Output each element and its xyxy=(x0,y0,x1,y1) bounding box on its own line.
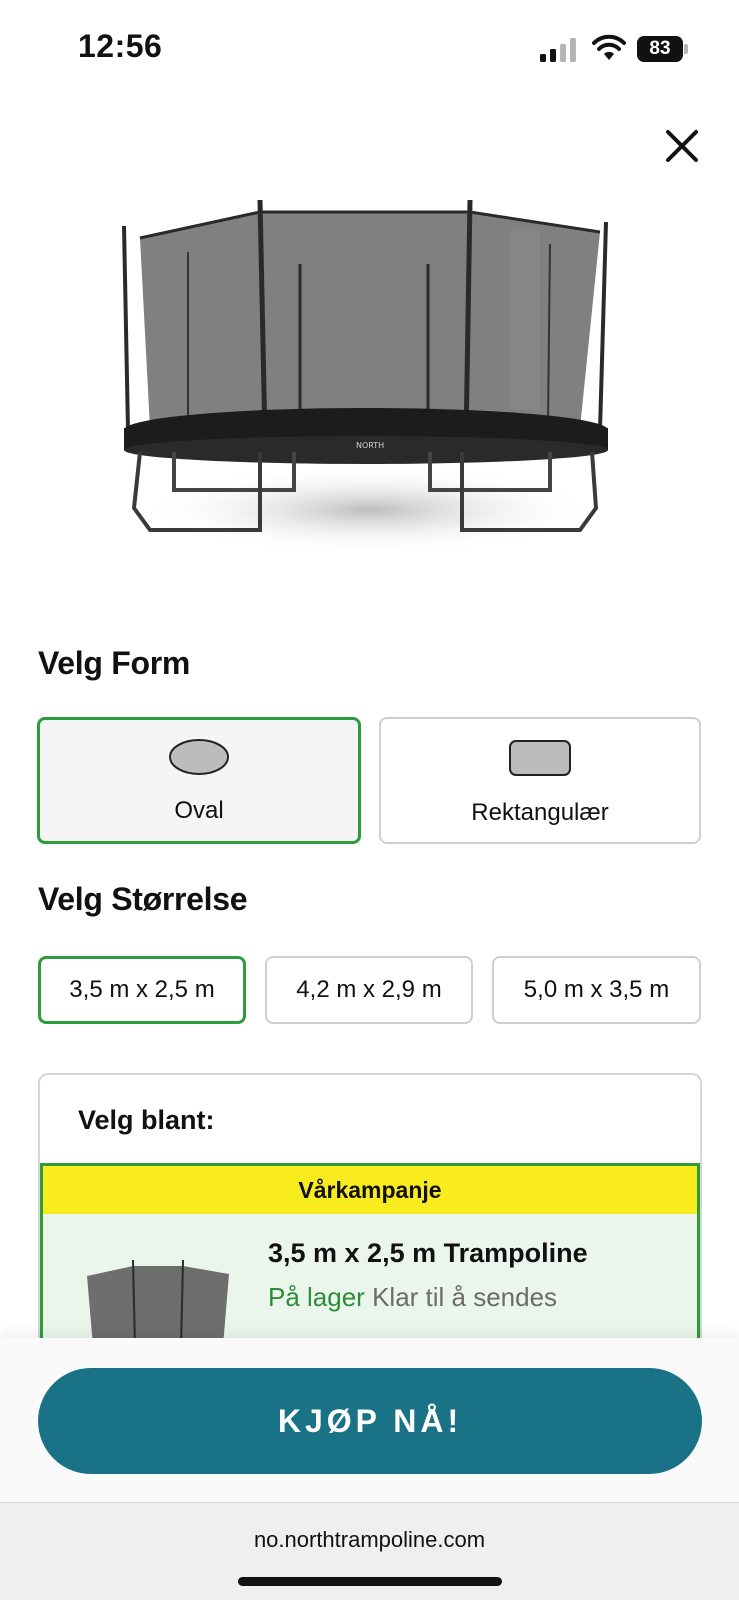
status-time: 12:56 xyxy=(78,28,163,64)
shape-label-rectangular: Rektangulær xyxy=(471,799,609,826)
shape-section-title: Velg Form xyxy=(38,645,191,681)
status-bar: 12:56 83 xyxy=(0,0,739,100)
size-section-title: Velg Størrelse xyxy=(38,881,248,917)
offer-banner: Vårkampanje xyxy=(43,1166,697,1214)
rectangle-shape-icon xyxy=(509,740,571,776)
trampoline-image: NORTH xyxy=(122,199,608,554)
signal-icon xyxy=(540,38,576,62)
choose-title: Velg blant: xyxy=(78,1105,215,1135)
size-option-1[interactable]: 3,5 m x 2,5 m xyxy=(38,956,246,1024)
svg-text:NORTH: NORTH xyxy=(356,441,384,450)
size-option-2[interactable]: 4,2 m x 2,9 m xyxy=(265,956,473,1024)
shape-option-rectangular[interactable]: Rektangulær xyxy=(379,717,701,844)
close-icon[interactable] xyxy=(660,124,704,168)
buy-now-button[interactable]: KJØP NÅ! xyxy=(38,1368,702,1474)
battery-icon: 83 xyxy=(637,36,689,62)
url-text[interactable]: no.northtrampoline.com xyxy=(0,1527,739,1553)
oval-shape-icon xyxy=(169,739,229,775)
stock-status: På lager xyxy=(268,1282,365,1312)
shape-option-oval[interactable]: Oval xyxy=(37,717,361,844)
offer-stock: På lager Klar til å sendes xyxy=(268,1282,557,1313)
wifi-icon xyxy=(592,34,626,60)
battery-level: 83 xyxy=(637,36,683,62)
home-indicator xyxy=(238,1577,502,1586)
shape-label-oval: Oval xyxy=(174,797,224,824)
stock-note: Klar til å sendes xyxy=(372,1282,558,1312)
browser-url-bar[interactable]: no.northtrampoline.com xyxy=(0,1502,739,1600)
offer-product-name: 3,5 m x 2,5 m Trampoline xyxy=(268,1238,588,1268)
size-option-3[interactable]: 5,0 m x 3,5 m xyxy=(492,956,701,1024)
